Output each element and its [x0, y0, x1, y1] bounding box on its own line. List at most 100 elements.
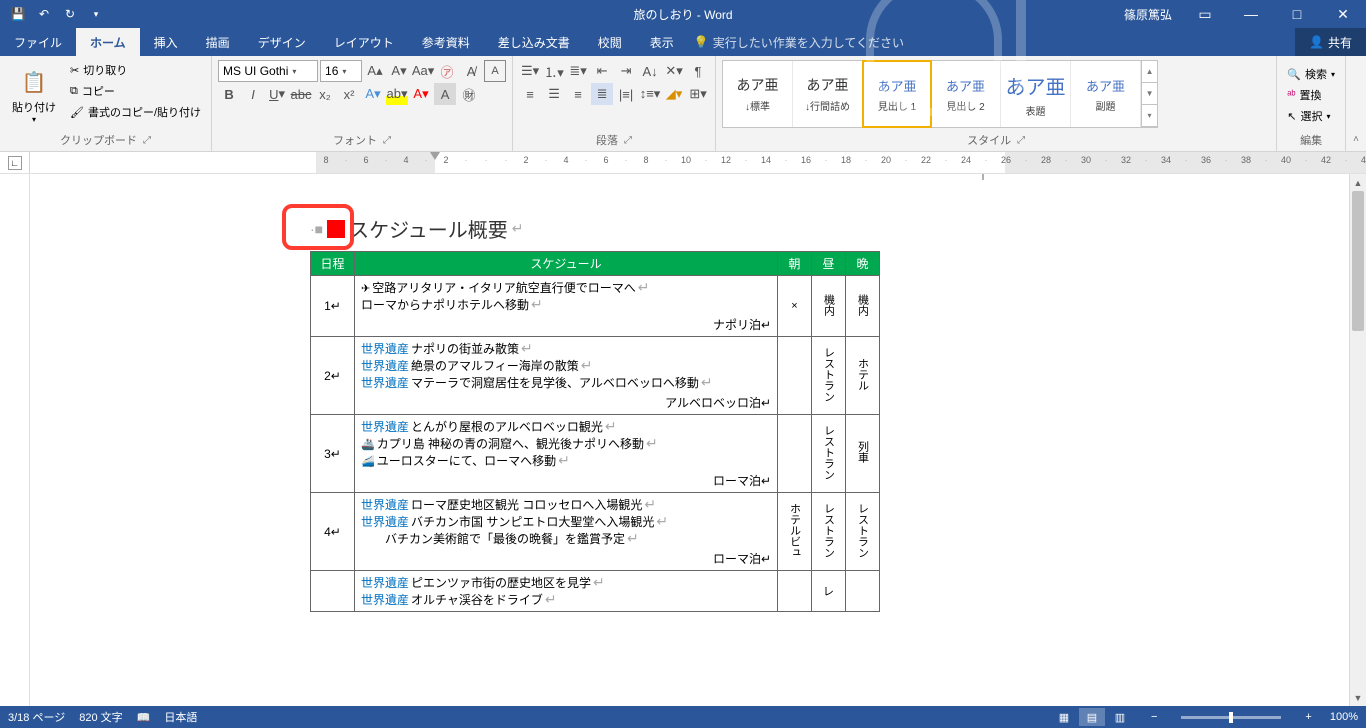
change-case-icon[interactable]: Aa▾: [412, 60, 434, 82]
show-marks-icon[interactable]: ¶: [687, 60, 709, 82]
document-scroll[interactable]: ·■ スケジュール概要 ↵ 日程 スケジュール 朝 昼 晩 1↵✈ 空路アリタリ…: [30, 174, 1366, 706]
sort-icon[interactable]: A↓: [639, 60, 661, 82]
grow-font-icon[interactable]: A▴: [364, 60, 386, 82]
page-indicator[interactable]: 3/18 ページ: [8, 709, 65, 725]
gallery-more-icon[interactable]: ▾: [1142, 105, 1157, 127]
clipboard-launcher-icon[interactable]: ⤢: [143, 135, 151, 146]
table-row[interactable]: 世界遺産 ピエンツァ市街の歴史地区を見学↵世界遺産 オルチャ渓谷をドライブ↵レ: [311, 571, 880, 612]
font-size-combo[interactable]: 16▾: [320, 60, 362, 82]
paste-button[interactable]: 📋 貼り付け ▾: [6, 60, 62, 130]
align-center-icon[interactable]: ☰: [543, 83, 565, 105]
save-icon[interactable]: 💾: [6, 2, 30, 26]
underline-icon[interactable]: U▾: [266, 83, 288, 105]
style-item-4[interactable]: あア亜表題: [1001, 61, 1071, 127]
phonetic-guide-icon[interactable]: ㋐: [436, 60, 458, 82]
asian-layout-icon[interactable]: ✕▾: [663, 60, 685, 82]
collapse-ribbon-icon[interactable]: ˄: [1346, 56, 1366, 151]
style-item-2[interactable]: あア亜見出し 1: [862, 60, 932, 128]
format-painter-button[interactable]: 🖌書式のコピー/貼り付け: [66, 102, 205, 122]
zoom-out-icon[interactable]: −: [1147, 711, 1161, 723]
scroll-thumb[interactable]: [1352, 191, 1364, 331]
replace-button[interactable]: ᵃᵇ置換: [1283, 85, 1339, 105]
tab-home[interactable]: ホーム: [76, 28, 140, 56]
bullets-icon[interactable]: ☰▾: [519, 60, 541, 82]
scroll-up-icon[interactable]: ▲: [1350, 174, 1366, 191]
italic-icon[interactable]: I: [242, 83, 264, 105]
tab-view[interactable]: 表示: [636, 28, 688, 56]
tab-file[interactable]: ファイル: [0, 28, 76, 56]
zoom-handle[interactable]: [1229, 712, 1233, 723]
qat-customize-icon[interactable]: ▾: [84, 2, 108, 26]
scroll-track[interactable]: [1350, 191, 1366, 689]
ribbon-display-icon[interactable]: ▭: [1182, 0, 1228, 28]
multilevel-icon[interactable]: ≣▾: [567, 60, 589, 82]
subscript-icon[interactable]: x₂: [314, 83, 336, 105]
vertical-ruler[interactable]: [0, 174, 30, 706]
web-layout-icon[interactable]: ▥: [1107, 708, 1133, 726]
language-indicator[interactable]: 日本語: [164, 709, 197, 725]
style-item-3[interactable]: あア亜見出し 2: [931, 61, 1001, 127]
print-layout-icon[interactable]: ▤: [1079, 708, 1105, 726]
font-color-icon[interactable]: A▾: [410, 83, 432, 105]
read-mode-icon[interactable]: ▦: [1051, 708, 1077, 726]
inc-indent-icon[interactable]: ⇥: [615, 60, 637, 82]
distribute-icon[interactable]: |≡|: [615, 83, 637, 105]
tab-review[interactable]: 校閲: [584, 28, 636, 56]
tab-design[interactable]: デザイン: [244, 28, 320, 56]
styles-gallery[interactable]: あア亜↓標準あア亜↓行間詰めあア亜見出し 1あア亜見出し 2あア亜表題あア亜副題…: [722, 60, 1158, 128]
tab-references[interactable]: 参考資料: [408, 28, 484, 56]
align-left-icon[interactable]: ≡: [519, 83, 541, 105]
maximize-icon[interactable]: □: [1274, 0, 1320, 28]
style-item-0[interactable]: あア亜↓標準: [723, 61, 793, 127]
tab-mailings[interactable]: 差し込み文書: [484, 28, 584, 56]
tab-selector[interactable]: ∟: [0, 152, 30, 173]
select-button[interactable]: ↖選択▾: [1283, 106, 1339, 126]
clear-format-icon[interactable]: A̸: [460, 60, 482, 82]
style-item-1[interactable]: あア亜↓行間詰め: [793, 61, 863, 127]
table-row[interactable]: 2↵世界遺産 ナポリの街並み散策↵世界遺産 絶景のアマルフィー海岸の散策↵世界遺…: [311, 337, 880, 415]
redo-icon[interactable]: ↻: [58, 2, 82, 26]
tell-me-search[interactable]: 💡 実行したい作業を入力してください: [688, 28, 904, 56]
gallery-up-icon[interactable]: ▲: [1142, 61, 1157, 83]
shading-icon[interactable]: ◢▾: [663, 83, 685, 105]
zoom-in-icon[interactable]: +: [1301, 711, 1315, 723]
user-name[interactable]: 篠原篤弘: [1114, 6, 1182, 23]
justify-icon[interactable]: ≣: [591, 83, 613, 105]
section-heading[interactable]: ·■ スケジュール概要 ↵: [310, 214, 990, 243]
numbering-icon[interactable]: ⒈▾: [543, 60, 565, 82]
table-row[interactable]: 3↵世界遺産 とんがり屋根のアルベロベッロ観光↵🚢 カプリ島 神秘の青の洞窟へ、…: [311, 415, 880, 493]
copy-button[interactable]: ⧉コピー: [66, 81, 205, 101]
align-right-icon[interactable]: ≡: [567, 83, 589, 105]
spellcheck-icon[interactable]: 📖: [137, 711, 151, 724]
font-name-combo[interactable]: MS UI Gothi▾: [218, 60, 318, 82]
text-effects-icon[interactable]: A▾: [362, 83, 384, 105]
shrink-font-icon[interactable]: A▾: [388, 60, 410, 82]
font-launcher-icon[interactable]: ⤢: [383, 135, 391, 146]
minimize-icon[interactable]: —: [1228, 0, 1274, 28]
gallery-down-icon[interactable]: ▼: [1142, 83, 1157, 105]
table-row[interactable]: 4↵世界遺産 ローマ歴史地区観光 コロッセロへ入場観光↵世界遺産 バチカン市国 …: [311, 493, 880, 571]
find-button[interactable]: 🔍検索▾: [1283, 64, 1339, 84]
schedule-table[interactable]: 日程 スケジュール 朝 昼 晩 1↵✈ 空路アリタリア・イタリア航空直行便でロー…: [310, 251, 880, 612]
close-icon[interactable]: ✕: [1320, 0, 1366, 28]
styles-launcher-icon[interactable]: ⤢: [1017, 135, 1025, 146]
table-row[interactable]: 1↵✈ 空路アリタリア・イタリア航空直行便でローマへ↵ローマからナポリホテルへ移…: [311, 276, 880, 337]
paragraph-launcher-icon[interactable]: ⤢: [624, 135, 632, 146]
strike-icon[interactable]: abc: [290, 83, 312, 105]
share-button[interactable]: 👤 共有: [1295, 28, 1366, 56]
bold-icon[interactable]: B: [218, 83, 240, 105]
borders-icon[interactable]: ⊞▾: [687, 83, 709, 105]
superscript-icon[interactable]: x²: [338, 83, 360, 105]
line-spacing-icon[interactable]: ↕≡▾: [639, 83, 661, 105]
undo-icon[interactable]: ↶: [32, 2, 56, 26]
style-item-5[interactable]: あア亜副題: [1071, 61, 1141, 127]
char-border-icon[interactable]: A: [484, 60, 506, 82]
tab-layout[interactable]: レイアウト: [320, 28, 408, 56]
char-shading-icon[interactable]: A: [434, 83, 456, 105]
tab-insert[interactable]: 挿入: [140, 28, 192, 56]
horizontal-ruler[interactable]: 8·6·4·2···2·4·6·8·10·12·14·16·18·20·22·2…: [30, 152, 1366, 173]
scroll-down-icon[interactable]: ▼: [1350, 689, 1366, 706]
cut-button[interactable]: ✂切り取り: [66, 60, 205, 80]
zoom-slider[interactable]: [1181, 716, 1281, 719]
enclose-char-icon[interactable]: ㊖: [458, 83, 480, 105]
